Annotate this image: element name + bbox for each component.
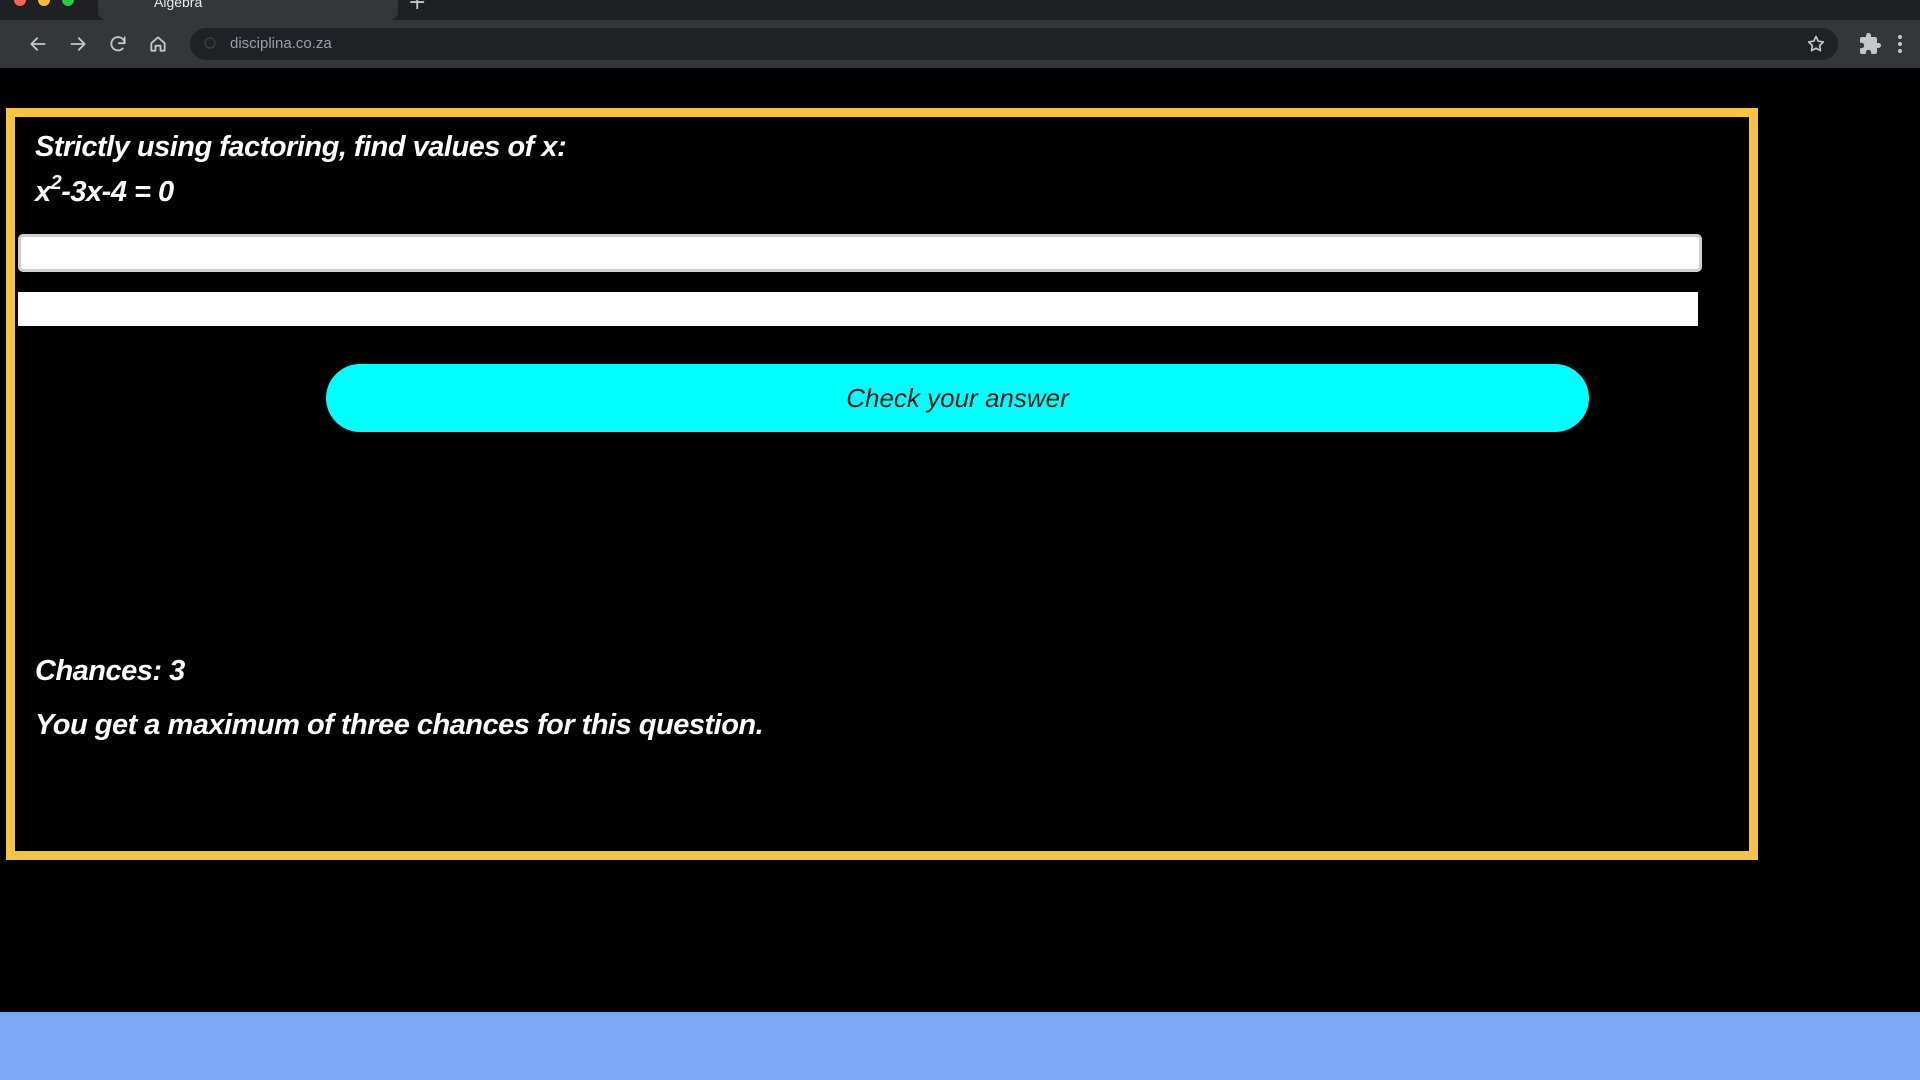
tab-title: Algebra [154, 0, 203, 10]
new-tab-button[interactable]: + [408, 0, 426, 15]
answer-input-1[interactable] [18, 234, 1702, 272]
desktop-background [0, 1012, 1920, 1080]
chances-notice: You get a maximum of three chances for t… [35, 709, 764, 741]
address-bar[interactable] [190, 28, 1838, 60]
reload-button[interactable] [104, 30, 132, 58]
maximize-window-icon[interactable] [62, 0, 74, 6]
check-answer-button[interactable]: Check your answer [326, 364, 1589, 432]
forward-icon [70, 37, 86, 51]
browser-toolbar [0, 20, 1920, 68]
equation-rest: -3x-4 = 0 [61, 176, 174, 208]
home-button[interactable] [144, 30, 172, 58]
back-button[interactable] [24, 30, 52, 58]
tab-algebra[interactable]: Algebra [98, 0, 398, 20]
equation: x2-3x-4 = 0 [35, 172, 174, 209]
home-icon [150, 36, 166, 52]
browser-window: Algebra + Strictly using factoring, find… [0, 0, 1920, 1012]
site-info-icon[interactable] [204, 37, 216, 49]
equation-exponent: 2 [50, 172, 62, 194]
page-viewport: Strictly using factoring, find values of… [0, 68, 1920, 1012]
minimize-window-icon[interactable] [38, 0, 50, 6]
question-panel: Strictly using factoring, find values of… [6, 108, 1758, 860]
question-prompt: Strictly using factoring, find values of… [35, 131, 567, 163]
forward-button[interactable] [64, 30, 92, 58]
extensions-icon[interactable] [1858, 32, 1882, 56]
reload-icon [110, 36, 126, 52]
close-window-icon[interactable] [14, 0, 26, 6]
tab-bar: Algebra + [0, 0, 1920, 20]
menu-icon[interactable] [1892, 32, 1908, 56]
back-icon [30, 37, 46, 51]
star-icon[interactable] [1806, 34, 1826, 54]
url-input[interactable] [228, 34, 1732, 53]
chances-counter: Chances: 3 [35, 655, 185, 687]
equation-base: x [35, 176, 51, 208]
answer-input-2[interactable] [18, 292, 1698, 326]
